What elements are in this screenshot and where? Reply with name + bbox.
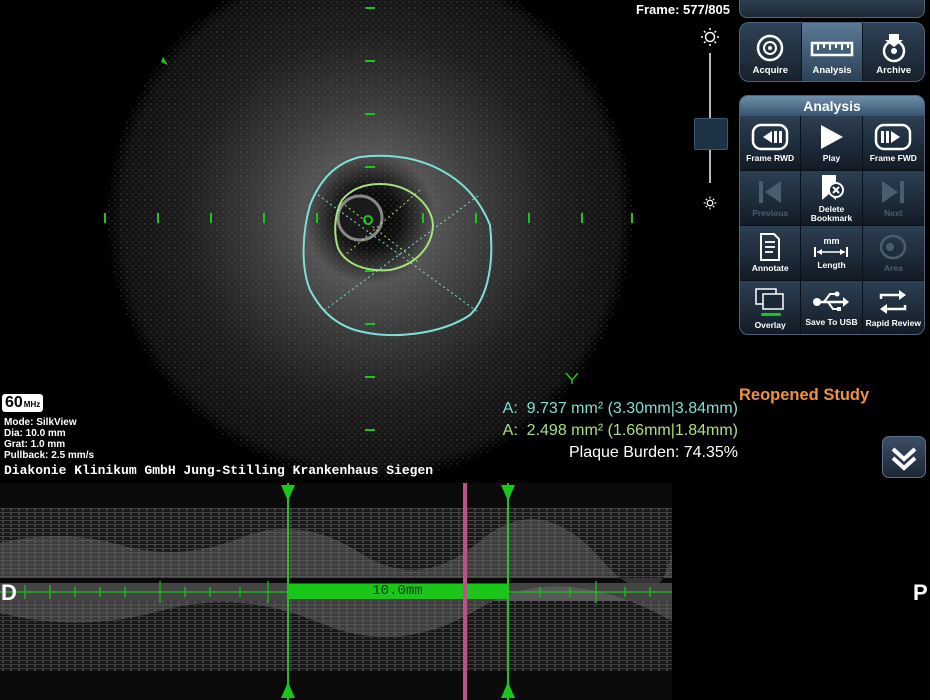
pullback-text: Pullback: 2.5 mm/s bbox=[4, 450, 95, 461]
slider-thumb[interactable] bbox=[694, 118, 728, 150]
panel-title: Analysis bbox=[740, 96, 924, 116]
area-icon bbox=[880, 235, 907, 260]
tab-acquire[interactable]: Acquire bbox=[740, 23, 802, 81]
annotate-icon bbox=[760, 233, 781, 262]
frame-fwd-button[interactable]: Frame FWD bbox=[862, 116, 924, 171]
delete-bookmark-icon bbox=[822, 175, 845, 200]
mode-tabs: Acquire Analysis Archive bbox=[739, 22, 925, 82]
delete-bookmark-button[interactable]: Delete Bookmark bbox=[801, 171, 863, 226]
sun-icon-small bbox=[703, 196, 717, 210]
frequency-value: 60 bbox=[5, 394, 23, 411]
distal-label: D bbox=[1, 580, 17, 605]
acquisition-parameters: Mode: SilkView Dia: 10.0 mm Grat: 1.0 mm… bbox=[4, 417, 94, 461]
rapid-review-label: Rapid Review bbox=[865, 318, 921, 329]
area-label: Area bbox=[883, 263, 903, 274]
delete-bookmark-label: Delete Bookmark bbox=[810, 204, 853, 223]
dia-text: Dia: 10.0 mm bbox=[4, 428, 66, 439]
rapid-review-icon bbox=[880, 290, 907, 315]
previous-bookmark-icon bbox=[759, 181, 782, 204]
area-measurement-lumen: A: 2.498 mm² (1.66mm|1.84mm) bbox=[502, 422, 738, 439]
overlay-button[interactable]: Overlay bbox=[740, 281, 802, 334]
mode-text: Mode: SilkView bbox=[4, 417, 77, 428]
frequency-badge: 60MHz bbox=[2, 394, 44, 412]
annotate-button[interactable]: Annotate bbox=[740, 226, 802, 281]
save-to-usb-button[interactable]: Save To USB bbox=[801, 281, 863, 334]
frame-counter: Frame: 577/805 bbox=[636, 2, 730, 17]
frame-forward-icon bbox=[875, 124, 912, 151]
length-icon-unit: mm bbox=[823, 235, 840, 246]
length-button[interactable]: mm Length bbox=[801, 226, 863, 281]
collapse-button[interactable] bbox=[882, 436, 926, 478]
play-icon bbox=[821, 125, 844, 150]
grat-text: Grat: 1.0 mm bbox=[4, 439, 66, 450]
next-bookmark-button[interactable]: Next bbox=[862, 171, 924, 226]
plaque-burden: Plaque Burden: 74.35% bbox=[568, 444, 738, 461]
sun-icon bbox=[701, 28, 719, 46]
segment-length-label: 10.0mm bbox=[372, 583, 423, 599]
play-label: Play bbox=[822, 153, 841, 164]
archive-icon bbox=[882, 34, 905, 63]
catheter bbox=[336, 194, 384, 242]
frame-info: Frame: 577/805 bbox=[636, 0, 730, 18]
analysis-button-grid: Frame RWD Play Frame FWD Previous Delete… bbox=[740, 116, 924, 334]
frequency-unit: MHz bbox=[23, 400, 41, 409]
proximal-label: P bbox=[913, 580, 928, 605]
length-label: Length bbox=[817, 259, 846, 270]
study-status: Reopened Study bbox=[739, 386, 870, 404]
chevron-double-down-icon bbox=[891, 447, 917, 471]
annotate-label: Annotate bbox=[751, 263, 789, 274]
top-status-button[interactable] bbox=[739, 0, 925, 18]
tab-analysis[interactable]: Analysis bbox=[801, 23, 864, 81]
tab-analysis-label: Analysis bbox=[812, 65, 852, 76]
overlay-label: Overlay bbox=[754, 320, 786, 331]
tab-archive[interactable]: Archive bbox=[863, 23, 924, 81]
analysis-panel: Analysis Frame RWD Play Frame FWD Previo… bbox=[739, 95, 925, 335]
frame-fwd-label: Frame FWD bbox=[869, 153, 917, 164]
tab-acquire-label: Acquire bbox=[752, 65, 789, 76]
previous-label: Previous bbox=[752, 208, 789, 219]
hospital-name: Diakonie Klinikum GmbH Jung-Stilling Kra… bbox=[4, 463, 434, 478]
next-label: Next bbox=[884, 208, 903, 219]
usb-icon bbox=[813, 291, 850, 312]
tab-archive-label: Archive bbox=[876, 65, 912, 76]
frame-rewind-icon bbox=[751, 124, 789, 151]
area-button[interactable]: Area bbox=[862, 226, 924, 281]
brightness-slider[interactable] bbox=[690, 25, 730, 215]
play-button[interactable]: Play bbox=[801, 116, 863, 171]
acquire-icon bbox=[757, 34, 784, 62]
ruler-icon bbox=[810, 41, 854, 57]
save-to-usb-label: Save To USB bbox=[805, 317, 858, 328]
frame-rwd-button[interactable]: Frame RWD bbox=[740, 116, 802, 171]
next-bookmark-icon bbox=[882, 181, 905, 204]
previous-bookmark-button[interactable]: Previous bbox=[740, 171, 802, 226]
length-icon: mm bbox=[813, 235, 849, 258]
frame-rwd-label: Frame RWD bbox=[746, 153, 795, 164]
area-measurement-eem: A: 9.737 mm² (3.30mm|3.84mm) bbox=[502, 400, 738, 417]
rapid-review-button[interactable]: Rapid Review bbox=[862, 281, 924, 334]
overlay-icon bbox=[755, 288, 784, 317]
